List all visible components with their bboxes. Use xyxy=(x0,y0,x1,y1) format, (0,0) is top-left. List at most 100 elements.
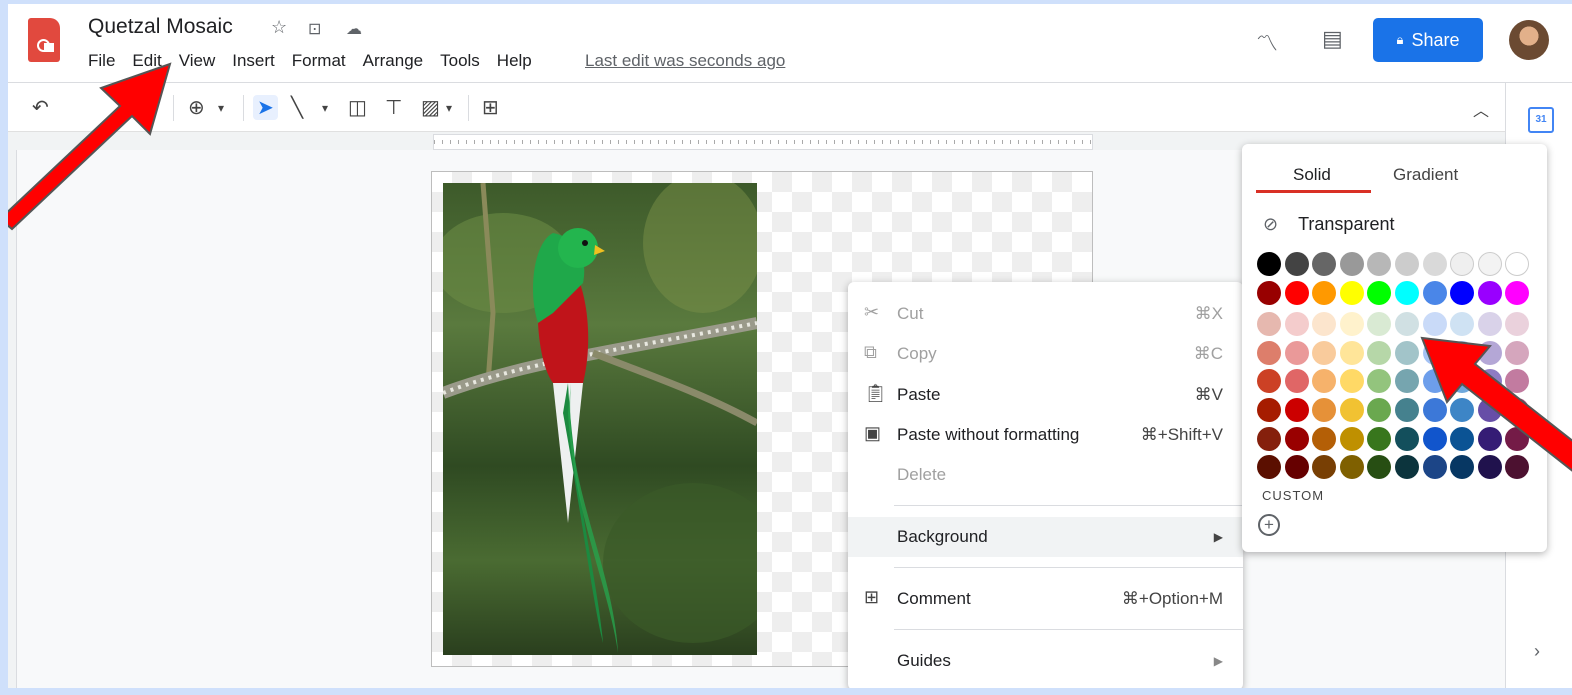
avatar[interactable] xyxy=(1509,20,1549,60)
color-swatch[interactable] xyxy=(1367,455,1392,480)
color-swatch[interactable] xyxy=(1284,252,1309,276)
color-swatch[interactable] xyxy=(1422,340,1447,365)
vertical-ruler[interactable] xyxy=(8,150,17,688)
color-swatch[interactable] xyxy=(1477,398,1502,422)
menu-help[interactable]: Help xyxy=(497,51,532,71)
color-swatch[interactable] xyxy=(1422,369,1447,394)
color-swatch[interactable] xyxy=(1450,398,1475,422)
color-swatch[interactable] xyxy=(1284,340,1309,365)
color-swatch[interactable] xyxy=(1339,280,1364,305)
color-swatch[interactable] xyxy=(1477,369,1502,394)
color-swatch[interactable] xyxy=(1284,369,1309,394)
color-swatch[interactable] xyxy=(1284,426,1309,451)
move-folder-icon[interactable]: ⊡ xyxy=(308,19,321,39)
zoom-dropdown-icon[interactable]: ▾ xyxy=(218,101,224,115)
paint-format-icon[interactable]: ⊓ xyxy=(143,95,159,120)
menu-view[interactable]: View xyxy=(179,51,216,71)
color-swatch[interactable] xyxy=(1312,280,1337,305)
menu-item-copy[interactable]: ⧉ Copy ⌘C xyxy=(848,334,1243,374)
color-swatch[interactable] xyxy=(1284,455,1309,480)
color-swatch[interactable] xyxy=(1505,252,1530,276)
color-swatch[interactable] xyxy=(1257,280,1281,305)
image-dropdown-icon[interactable]: ▾ xyxy=(446,101,452,115)
color-swatch[interactable] xyxy=(1339,398,1364,422)
color-swatch[interactable] xyxy=(1257,398,1281,422)
menu-item-background[interactable]: Background ▶ xyxy=(848,517,1243,557)
collapse-toolbar-icon[interactable]: ︿ xyxy=(1473,97,1489,121)
color-swatch[interactable] xyxy=(1450,280,1475,305)
color-swatch[interactable] xyxy=(1257,312,1281,337)
color-swatch[interactable] xyxy=(1395,340,1419,365)
color-swatch[interactable] xyxy=(1395,312,1419,337)
menu-insert[interactable]: Insert xyxy=(232,51,275,71)
color-swatch[interactable] xyxy=(1395,398,1419,422)
menu-item-cut[interactable]: ✂ Cut ⌘X xyxy=(848,294,1243,334)
comment-history-icon[interactable]: ▤ xyxy=(1322,26,1343,52)
color-swatch[interactable] xyxy=(1422,398,1447,422)
color-swatch[interactable] xyxy=(1450,455,1475,480)
color-swatch[interactable] xyxy=(1257,340,1281,365)
color-swatch[interactable] xyxy=(1477,252,1502,276)
tab-solid[interactable]: Solid xyxy=(1293,165,1331,185)
color-swatch[interactable] xyxy=(1339,369,1364,394)
color-swatch[interactable] xyxy=(1450,426,1475,451)
color-swatch[interactable] xyxy=(1395,280,1419,305)
share-button[interactable]: 🔒︎ Share xyxy=(1373,18,1483,62)
undo-icon[interactable]: ↶ xyxy=(32,95,49,120)
color-swatch[interactable] xyxy=(1505,369,1530,394)
horizontal-ruler[interactable] xyxy=(433,134,1093,150)
slides-logo-icon[interactable] xyxy=(28,18,60,62)
color-swatch[interactable] xyxy=(1312,398,1337,422)
color-swatch[interactable] xyxy=(1450,252,1475,276)
color-swatch[interactable] xyxy=(1395,369,1419,394)
color-swatch[interactable] xyxy=(1505,340,1530,365)
quetzal-photo[interactable] xyxy=(443,183,757,655)
menu-edit[interactable]: Edit xyxy=(132,51,161,71)
menu-file[interactable]: File xyxy=(88,51,115,71)
color-swatch[interactable] xyxy=(1505,398,1530,422)
star-icon[interactable]: ☆ xyxy=(271,17,287,38)
activity-trend-icon[interactable]: 〽 xyxy=(1256,26,1278,58)
color-swatch[interactable] xyxy=(1339,340,1364,365)
transparent-option[interactable]: ⊘ Transparent xyxy=(1263,214,1394,235)
color-swatch[interactable] xyxy=(1284,312,1309,337)
calendar-icon[interactable]: 31 xyxy=(1528,107,1554,133)
color-swatch[interactable] xyxy=(1450,369,1475,394)
color-swatch[interactable] xyxy=(1257,369,1281,394)
color-swatch[interactable] xyxy=(1477,280,1502,305)
color-swatch[interactable] xyxy=(1257,455,1281,480)
color-swatch[interactable] xyxy=(1312,252,1337,276)
color-swatch[interactable] xyxy=(1422,312,1447,337)
menu-item-paste-without-formatting[interactable]: ▣ Paste without formatting ⌘+Shift+V xyxy=(848,415,1243,455)
menu-item-delete[interactable]: Delete xyxy=(848,455,1243,495)
color-swatch[interactable] xyxy=(1505,455,1530,480)
color-swatch[interactable] xyxy=(1477,340,1502,365)
color-swatch[interactable] xyxy=(1450,340,1475,365)
color-swatch[interactable] xyxy=(1367,398,1392,422)
color-swatch[interactable] xyxy=(1505,280,1530,305)
color-swatch[interactable] xyxy=(1339,252,1364,276)
color-swatch[interactable] xyxy=(1367,340,1392,365)
color-swatch[interactable] xyxy=(1312,312,1337,337)
color-swatch[interactable] xyxy=(1505,426,1530,451)
menu-item-comment[interactable]: ⊞ Comment ⌘+Option+M xyxy=(848,579,1243,619)
color-swatch[interactable] xyxy=(1339,455,1364,480)
color-swatch[interactable] xyxy=(1257,426,1281,451)
document-title[interactable]: Quetzal Mosaic xyxy=(88,15,233,39)
color-swatch[interactable] xyxy=(1312,426,1337,451)
color-swatch[interactable] xyxy=(1367,369,1392,394)
color-swatch[interactable] xyxy=(1312,340,1337,365)
color-swatch[interactable] xyxy=(1422,280,1447,305)
line-tool-icon[interactable]: ╲ xyxy=(291,95,303,120)
color-swatch[interactable] xyxy=(1505,312,1530,337)
color-swatch[interactable] xyxy=(1477,426,1502,451)
image-insert-icon[interactable]: ▨ xyxy=(421,95,440,120)
shape-tool-icon[interactable]: ◫ xyxy=(348,95,367,120)
line-dropdown-icon[interactable]: ▾ xyxy=(322,101,328,115)
color-swatch[interactable] xyxy=(1395,455,1419,480)
color-swatch[interactable] xyxy=(1339,312,1364,337)
tab-gradient[interactable]: Gradient xyxy=(1393,165,1458,185)
menu-format[interactable]: Format xyxy=(292,51,346,71)
color-swatch[interactable] xyxy=(1477,312,1502,337)
menu-tools[interactable]: Tools xyxy=(440,51,480,71)
